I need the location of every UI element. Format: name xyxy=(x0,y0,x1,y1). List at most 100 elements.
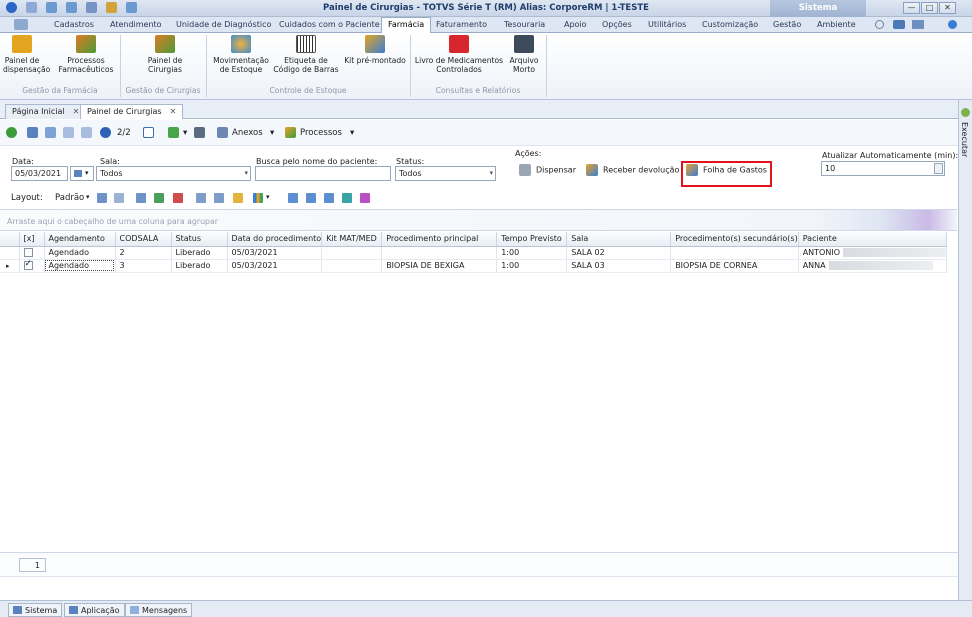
tab-cadastros[interactable]: Cadastros xyxy=(48,18,100,33)
doc-tab-pagina-inicial[interactable]: Página Inicial ✕ xyxy=(5,104,87,119)
movimentacao-estoque-button[interactable]: Movimentação de Estoque xyxy=(211,35,271,74)
tab-faturamento[interactable]: Faturamento xyxy=(430,18,493,33)
context-tab-sistema[interactable]: Sistema xyxy=(770,0,866,17)
row-checkbox[interactable] xyxy=(23,248,33,257)
app-button-icon[interactable] xyxy=(14,19,28,30)
tab-ambiente[interactable]: Ambiente xyxy=(811,18,862,33)
bottom-tab-aplicacao[interactable]: Aplicação xyxy=(64,603,125,617)
previous-record-icon[interactable] xyxy=(45,127,56,138)
expand-icon[interactable] xyxy=(288,193,298,203)
tab-customizacao[interactable]: Customização xyxy=(696,18,764,33)
add-column-icon[interactable] xyxy=(154,193,164,203)
executar-panel[interactable]: Executar xyxy=(958,100,972,600)
attachment-icon[interactable] xyxy=(217,127,228,138)
row-checkbox-cell[interactable] xyxy=(19,246,45,260)
sala-select[interactable]: Todos ▾ xyxy=(96,166,251,181)
row-indicator xyxy=(0,246,20,260)
col-header-proc-principal[interactable]: Procedimento principal xyxy=(381,232,498,247)
doc-tab-painel-cirurgias[interactable]: Painel de Cirurgias ✕ xyxy=(80,104,184,119)
tab-unidade-diagnostico[interactable]: Unidade de Diagnóstico xyxy=(170,18,277,33)
col-header-sala[interactable]: Sala xyxy=(566,232,672,247)
col-header-agendamento[interactable]: Agendamento xyxy=(44,232,116,247)
print-icon[interactable] xyxy=(194,127,205,138)
group-icon[interactable] xyxy=(324,193,334,203)
export-icon[interactable] xyxy=(168,127,179,138)
close-icon[interactable]: ✕ xyxy=(170,107,177,116)
kit-pre-montado-button[interactable]: Kit pré-montado xyxy=(344,35,406,65)
collapse-icon[interactable] xyxy=(306,193,316,203)
col-header-check[interactable]: [x] xyxy=(19,232,45,247)
status-select[interactable]: Todos ▾ xyxy=(395,166,496,181)
livro-medicamentos-button[interactable]: Livro de Medicamentos Controlados xyxy=(414,35,504,74)
save-layout-icon[interactable] xyxy=(97,193,107,203)
close-icon[interactable]: ✕ xyxy=(73,107,80,116)
export-dropdown-icon[interactable]: ▾ xyxy=(183,128,187,138)
format-icon[interactable] xyxy=(360,193,370,203)
col-header-data-procedimento[interactable]: Data do procedimento xyxy=(227,232,323,247)
remove-column-icon[interactable] xyxy=(173,193,183,203)
summary-icon[interactable] xyxy=(342,193,352,203)
dispensar-button[interactable]: Dispensar xyxy=(519,164,576,176)
minimize-button[interactable]: — xyxy=(903,2,920,14)
tab-apoio[interactable]: Apoio xyxy=(558,18,593,33)
page-number[interactable]: 1 xyxy=(19,558,46,572)
tab-tesouraria[interactable]: Tesouraria xyxy=(498,18,551,33)
date-picker-button[interactable]: ▾ xyxy=(70,166,94,181)
auto-update-field[interactable]: 10 xyxy=(821,161,945,176)
bottom-tab-mensagens[interactable]: Mensagens xyxy=(125,603,193,617)
table-row[interactable]: Agendado 2 Liberado 05/03/2021 1:00 SALA… xyxy=(0,246,947,260)
layout-dropdown-icon[interactable]: ▾ xyxy=(86,193,90,201)
first-record-icon[interactable] xyxy=(27,127,38,138)
row-checkbox-cell[interactable] xyxy=(19,259,45,273)
col-header-codsala[interactable]: CODSALA xyxy=(115,232,172,247)
columns-icon[interactable] xyxy=(136,193,146,203)
processos-menu[interactable]: Processos xyxy=(300,128,342,138)
layout-copy-icon[interactable] xyxy=(114,193,124,203)
col-header-paciente[interactable]: Paciente xyxy=(798,232,947,247)
filter-row-icon[interactable] xyxy=(214,193,224,203)
tab-opcoes[interactable]: Opções xyxy=(596,18,638,33)
painel-cirurgias-button[interactable]: Painel de Cirurgias xyxy=(140,35,190,74)
chart-dropdown-icon[interactable]: ▾ xyxy=(266,193,270,201)
close-button[interactable]: ✕ xyxy=(939,2,956,14)
painel-dispensacao-button[interactable]: Painel de dispensação xyxy=(3,35,50,74)
help-icon[interactable] xyxy=(948,20,957,29)
arquivo-morto-button[interactable]: Arquivo Morto xyxy=(506,35,542,74)
anexos-menu[interactable]: Anexos xyxy=(232,128,263,138)
anexos-dropdown-icon[interactable]: ▾ xyxy=(270,128,274,138)
col-header-status[interactable]: Status xyxy=(171,232,228,247)
busca-paciente-input[interactable] xyxy=(255,166,391,181)
tab-gestao[interactable]: Gestão xyxy=(767,18,807,33)
maximize-button[interactable]: □ xyxy=(921,2,938,14)
processos-dropdown-icon[interactable]: ▾ xyxy=(350,128,354,138)
processos-farmaceuticos-button[interactable]: Processos Farmacêuticos xyxy=(57,35,115,74)
chart-icon[interactable] xyxy=(253,193,263,203)
refresh-icon[interactable] xyxy=(6,127,17,138)
table-row[interactable]: ▸ Agendado 3 Liberado 05/03/2021 BIOPSIA… xyxy=(0,259,947,273)
bottom-tab-sistema[interactable]: Sistema xyxy=(8,603,63,617)
receber-devolucao-button[interactable]: Receber devolução xyxy=(586,164,679,176)
calendar-icon[interactable] xyxy=(143,127,154,138)
spinner-icon[interactable] xyxy=(934,163,943,174)
chevron-up-icon[interactable] xyxy=(875,20,884,29)
tab-farmacia[interactable]: Farmácia xyxy=(381,17,432,33)
search-icon[interactable] xyxy=(100,127,111,138)
group-by-panel[interactable]: Arraste aqui o cabeçalho de uma coluna p… xyxy=(0,209,957,231)
tab-utilitarios[interactable]: Utilitários xyxy=(642,18,692,33)
grid-lines-icon[interactable] xyxy=(196,193,206,203)
tab-atendimento[interactable]: Atendimento xyxy=(104,18,168,33)
col-header-proc-secundario[interactable]: Procedimento(s) secundário(s) xyxy=(670,232,799,247)
col-header-tempo[interactable]: Tempo Previsto xyxy=(496,232,568,247)
row-checkbox[interactable] xyxy=(23,259,33,270)
processos-icon[interactable] xyxy=(285,127,296,138)
data-field[interactable]: 05/03/2021 xyxy=(11,166,68,181)
layout-icon[interactable] xyxy=(912,20,924,29)
view-icon[interactable] xyxy=(893,20,905,29)
layout-select[interactable]: Padrão xyxy=(55,193,84,203)
next-record-icon[interactable] xyxy=(63,127,74,138)
tab-cuidados-paciente[interactable]: Cuidados com o Paciente xyxy=(273,18,386,33)
last-record-icon[interactable] xyxy=(81,127,92,138)
col-header-kit[interactable]: Kit MAT/MED xyxy=(321,232,383,247)
highlight-icon[interactable] xyxy=(233,193,243,203)
etiqueta-codigo-barras-button[interactable]: Etiqueta de Código de Barras xyxy=(273,35,339,74)
